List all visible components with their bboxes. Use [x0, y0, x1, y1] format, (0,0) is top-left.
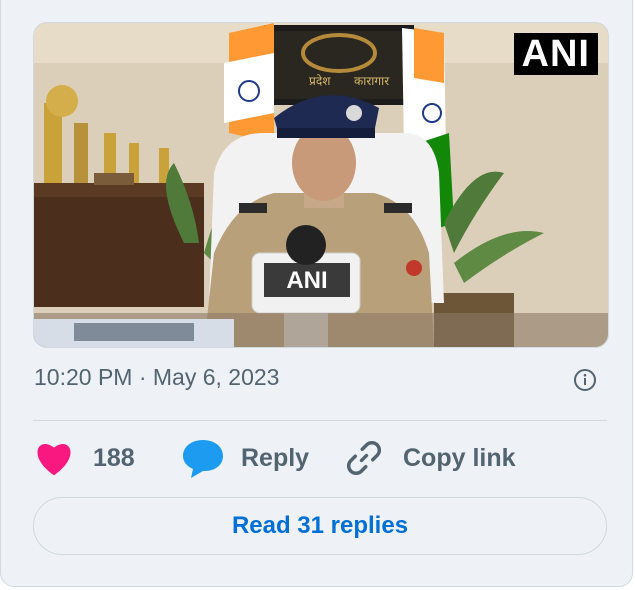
info-icon[interactable]: [573, 368, 597, 392]
copy-link-label: Copy link: [403, 443, 516, 472]
copy-link-button[interactable]: Copy link: [343, 436, 516, 480]
tweet-actions: 188 Reply Copy link: [33, 436, 607, 480]
read-replies-button[interactable]: Read 31 replies: [33, 497, 607, 555]
speech-bubble-icon: [183, 440, 223, 478]
like-button[interactable]: 188: [33, 436, 135, 480]
tweet-timestamp[interactable]: 10:20 PM · May 6, 2023: [34, 364, 279, 391]
sign-text-right: कारागार: [354, 74, 390, 88]
divider: [33, 420, 607, 421]
link-icon: [346, 440, 382, 476]
reply-button[interactable]: Reply: [181, 436, 309, 480]
sign-text-left: प्रदेश: [309, 74, 331, 88]
tweet-media[interactable]: प्रदेश कारागार ANI ANI: [33, 22, 609, 348]
ani-watermark: ANI: [513, 33, 598, 75]
heart-icon: [37, 444, 71, 476]
like-count: 188: [93, 443, 135, 472]
mic-label: ANI: [286, 267, 327, 294]
reply-label: Reply: [241, 443, 310, 472]
